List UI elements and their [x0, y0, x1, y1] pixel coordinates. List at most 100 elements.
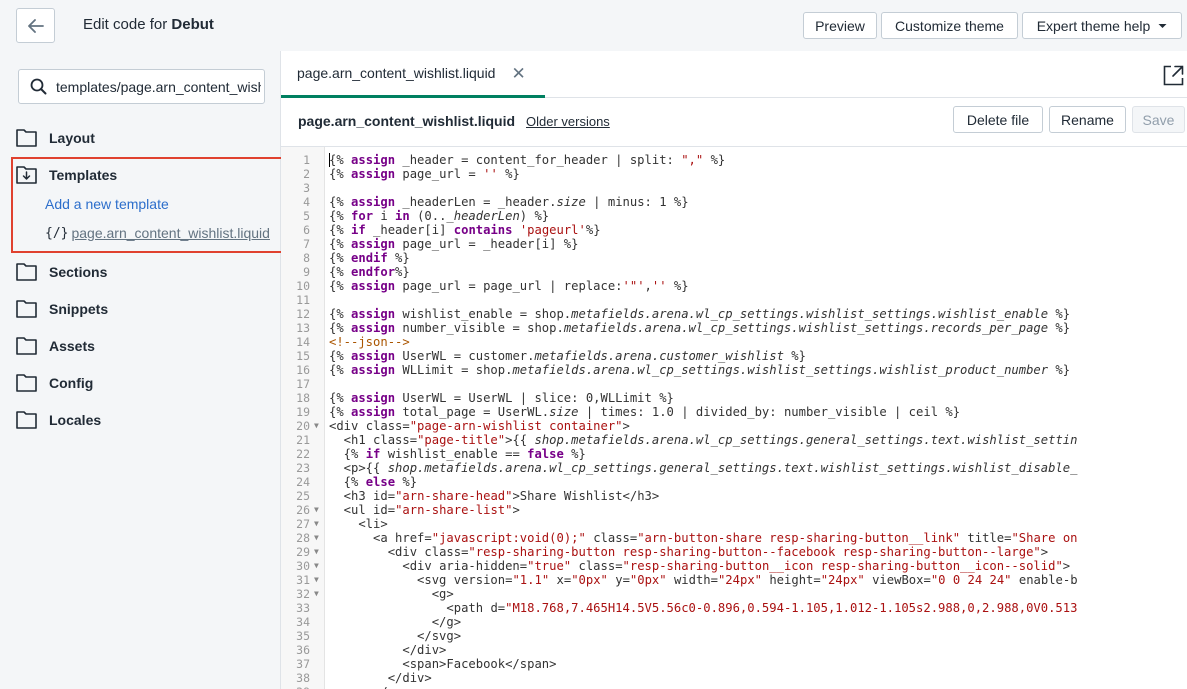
folder-templates[interactable]: Templates: [16, 164, 117, 186]
text-cursor: [329, 153, 330, 167]
code-text: {% assign page_url = page_url | replace:…: [329, 279, 689, 293]
code-line: 8 {% endif %}: [281, 251, 1187, 265]
add-new-template-link[interactable]: Add a new template: [45, 196, 169, 212]
line-number: 35: [296, 629, 310, 643]
editor-panel: page.arn_content_wishlist.liquid ✕ page.…: [281, 51, 1187, 689]
code-text: <ul id="arn-share-list">: [329, 503, 520, 517]
code-text: <a href="javascript:void(0);" class="arn…: [329, 531, 1078, 545]
line-number: 34: [296, 615, 310, 629]
code-line: 14 <!--json-->: [281, 335, 1187, 349]
delete-label: Delete file: [966, 111, 1030, 128]
tab-active-file[interactable]: page.arn_content_wishlist.liquid ✕: [281, 51, 545, 98]
code-text: {% for i in (0.._headerLen) %}: [329, 209, 550, 223]
line-number: 22: [296, 447, 310, 461]
code-line: 26 ▼ <ul id="arn-share-list">: [281, 503, 1187, 517]
code-text: {% assign page_url = '' %}: [329, 167, 520, 181]
title-prefix: Edit code for: [83, 16, 172, 33]
code-text: <span>Facebook</span>: [329, 657, 557, 671]
line-number: 23: [296, 461, 310, 475]
code-line: 6 {% if _header[i] contains 'pageurl'%}: [281, 223, 1187, 237]
file-item-active[interactable]: {/} page.arn_content_wishlist.liquid: [45, 223, 281, 243]
expand-icon[interactable]: [1163, 65, 1184, 86]
folder-layout[interactable]: Layout: [16, 127, 95, 149]
code-text: {% assign UserWL = customer.metafields.a…: [329, 349, 806, 363]
folder-download-icon: [16, 166, 37, 184]
code-text: <svg version="1.1" x="0px" y="0px" width…: [329, 573, 1078, 587]
code-text: {% if wishlist_enable == false %}: [329, 447, 586, 461]
code-line: 38 </div>: [281, 671, 1187, 685]
tab-bar: page.arn_content_wishlist.liquid ✕: [281, 51, 1187, 98]
fold-toggle-icon[interactable]: ▼: [314, 503, 319, 517]
delete-file-button[interactable]: Delete file: [953, 106, 1043, 133]
fold-toggle-icon[interactable]: ▼: [314, 573, 319, 587]
folder-icon: [16, 337, 37, 355]
folder-label: Config: [49, 375, 94, 391]
fold-toggle-icon[interactable]: ▼: [314, 587, 319, 601]
folder-label: Layout: [49, 130, 95, 146]
folder-config[interactable]: Config: [16, 372, 93, 394]
line-number: 29: [296, 545, 310, 559]
code-line: 30 ▼ <div aria-hidden="true" class="resp-…: [281, 559, 1187, 573]
close-icon[interactable]: ✕: [511, 65, 525, 82]
code-text: <path d="M18.768,7.465H14.5V5.56c0-0.896…: [329, 601, 1078, 615]
code-line: 11: [281, 293, 1187, 307]
code-text: </a>: [329, 685, 402, 689]
line-number: 1: [303, 153, 310, 167]
preview-label: Preview: [815, 17, 865, 34]
code-text: <div aria-hidden="true" class="resp-shar…: [329, 559, 1071, 573]
fold-toggle-icon[interactable]: ▼: [314, 419, 319, 433]
code-text: </div>: [329, 643, 447, 657]
code-line: 32 ▼ <g>: [281, 587, 1187, 601]
search-input[interactable]: [56, 78, 261, 95]
theme-name: Debut: [171, 16, 214, 33]
code-text: {% assign total_page = UserWL.size | tim…: [329, 405, 961, 419]
chevron-down-icon: [1158, 23, 1167, 28]
folder-locales[interactable]: Locales: [16, 409, 101, 431]
fold-toggle-icon[interactable]: ▼: [314, 545, 319, 559]
line-number: 33: [296, 601, 310, 615]
folder-assets[interactable]: Assets: [16, 335, 95, 357]
code-text: {% else %}: [329, 475, 418, 489]
folder-sections[interactable]: Sections: [16, 261, 107, 283]
older-versions-link[interactable]: Older versions: [526, 114, 610, 129]
code-line: 18 {% assign UserWL = UserWL | slice: 0,W…: [281, 391, 1187, 405]
save-button[interactable]: Save: [1132, 106, 1185, 133]
line-number: 28: [296, 531, 310, 545]
fold-toggle-icon[interactable]: ▼: [314, 531, 319, 545]
line-number: 24: [296, 475, 310, 489]
line-number: 21: [296, 433, 310, 447]
fold-toggle-icon[interactable]: ▼: [314, 517, 319, 531]
line-number: 16: [296, 363, 310, 377]
code-line: 25 <h3 id="arn-share-head">Share Wishlis…: [281, 489, 1187, 503]
line-number: 9: [303, 265, 310, 279]
folder-snippets[interactable]: Snippets: [16, 298, 108, 320]
line-number: 5: [303, 209, 310, 223]
code-text: {% assign UserWL = UserWL | slice: 0,WLL…: [329, 391, 674, 405]
code-editor[interactable]: 1 {% assign _header = content_for_header …: [281, 146, 1187, 689]
file-search[interactable]: [18, 69, 265, 104]
line-number: 17: [296, 377, 310, 391]
code-line: 22 {% if wishlist_enable == false %}: [281, 447, 1187, 461]
fold-toggle-icon[interactable]: ▼: [314, 559, 319, 573]
code-text: <div class="page-arn-wishlist container"…: [329, 419, 630, 433]
line-number: 26: [296, 503, 310, 517]
code-line: 21 <h1 class="page-title">{{ shop.metafi…: [281, 433, 1187, 447]
customize-theme-button[interactable]: Customize theme: [881, 12, 1018, 39]
file-sidebar: Layout Templates Add a new template {/} …: [0, 51, 283, 689]
code-text: <li>: [329, 517, 388, 531]
file-title: page.arn_content_wishlist.liquid: [298, 113, 516, 129]
code-line: 13 {% assign number_visible = shop.metafi…: [281, 321, 1187, 335]
code-line: 31 ▼ <svg version="1.1" x="0px" y="0px" w…: [281, 573, 1187, 587]
code-text: {% endfor%}: [329, 265, 410, 279]
expert-theme-help-button[interactable]: Expert theme help: [1022, 12, 1182, 39]
line-number: 2: [303, 167, 310, 181]
rename-button[interactable]: Rename: [1049, 106, 1126, 133]
code-line: 4 {% assign _headerLen = _header.size | m…: [281, 195, 1187, 209]
code-text: {% if _header[i] contains 'pageurl'%}: [329, 223, 601, 237]
folder-label: Locales: [49, 412, 102, 428]
line-number: 20: [296, 419, 310, 433]
back-button[interactable]: [16, 8, 55, 43]
preview-button[interactable]: Preview: [803, 12, 877, 39]
line-number: 38: [296, 671, 310, 685]
code-text: <h3 id="arn-share-head">Share Wishlist</…: [329, 489, 660, 503]
